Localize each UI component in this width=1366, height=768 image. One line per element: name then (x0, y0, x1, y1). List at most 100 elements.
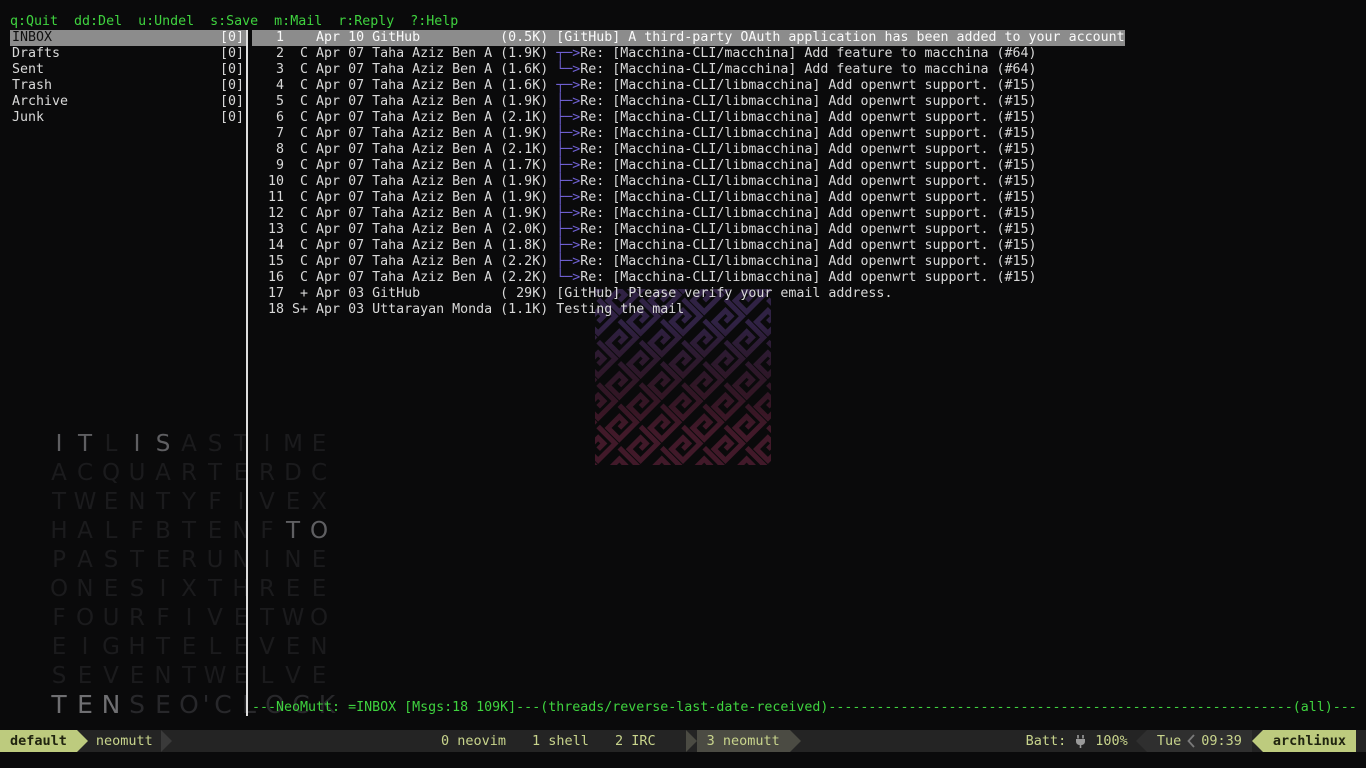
thread-arrow-icon: ├─> (556, 222, 580, 237)
mail-row[interactable]: 5 C Apr 07 Taha Aziz Ben A (1.9K) ├─>Re:… (252, 94, 1037, 110)
mail-row-meta: 15 C Apr 07 Taha Aziz Ben A (2.2K) (252, 254, 556, 269)
mail-row-meta: 14 C Apr 07 Taha Aziz Ben A (1.8K) (252, 238, 556, 253)
mail-subject: Re: [Macchina-CLI/libmacchina] Add openw… (580, 238, 1036, 253)
tmux-left: default neomutt (0, 730, 172, 752)
sidebar-folder[interactable]: Junk [0] (10, 110, 246, 126)
tmux-window-list: 0 neovim 1 shell 2 IRC 3 neomutt (435, 730, 801, 752)
mail-row-meta: 8 C Apr 07 Taha Aziz Ben A (2.1K) (252, 142, 556, 157)
mail-row[interactable]: 18 S+ Apr 03 Uttarayan Monda (1.1K) Test… (252, 302, 684, 318)
mail-row[interactable]: 16 C Apr 07 Taha Aziz Ben A (2.2K) └─>Re… (252, 270, 1037, 286)
battery-level: 100% (1095, 733, 1128, 749)
mail-subject: Re: [Macchina-CLI/libmacchina] Add openw… (580, 126, 1036, 141)
mail-row[interactable]: 12 C Apr 07 Taha Aziz Ben A (1.9K) ├─>Re… (252, 206, 1037, 222)
mail-row-meta: 10 C Apr 07 Taha Aziz Ben A (1.9K) (252, 174, 556, 189)
thread-arrow-icon: ├─> (556, 174, 580, 189)
session-name: default (10, 733, 67, 749)
tmux-window[interactable]: 2 IRC (609, 733, 662, 749)
thread-arrow-icon: ├─> (556, 94, 580, 109)
thread-arrow-icon: ┬─> (556, 78, 580, 93)
sidebar-folder[interactable]: INBOX [0] (10, 30, 246, 46)
mail-subject: Re: [Macchina-CLI/libmacchina] Add openw… (580, 110, 1036, 125)
weekday: Tue (1157, 733, 1181, 749)
mail-row[interactable]: 9 C Apr 07 Taha Aziz Ben A (1.7K) ├─>Re:… (252, 158, 1037, 174)
powerline-arrow-icon (1136, 730, 1147, 752)
mail-row[interactable]: 17 + Apr 03 GitHub ( 29K) [GitHub] Pleas… (252, 286, 892, 302)
mail-row-meta: 9 C Apr 07 Taha Aziz Ben A (1.7K) (252, 158, 556, 173)
folder-name: INBOX (12, 30, 52, 46)
mail-row-meta: 7 C Apr 07 Taha Aziz Ben A (1.9K) (252, 126, 556, 141)
mail-row[interactable]: 14 C Apr 07 Taha Aziz Ben A (1.8K) ├─>Re… (252, 238, 1037, 254)
mail-subject: Re: [Macchina-CLI/libmacchina] Add openw… (580, 142, 1036, 157)
powerline-arrow-icon (686, 730, 697, 752)
powerline-arrow-icon (1252, 730, 1263, 752)
thread-arrow-icon: ├─> (556, 110, 580, 125)
mail-subject: Re: [Macchina-CLI/libmacchina] Add openw… (580, 206, 1036, 221)
folder-count: [0] (220, 110, 244, 126)
tmux-window-active[interactable]: 3 neomutt (697, 730, 790, 752)
mail-row-meta: 2 C Apr 07 Taha Aziz Ben A (1.9K) (252, 46, 556, 61)
mail-row[interactable]: 11 C Apr 07 Taha Aziz Ben A (1.9K) ├─>Re… (252, 190, 1037, 206)
thread-arrow-icon: ├─> (556, 254, 580, 269)
mail-row[interactable]: 2 C Apr 07 Taha Aziz Ben A (1.9K) ┬─>Re:… (252, 46, 1037, 62)
tmux-status-bar: default neomutt 0 neovim 1 shell 2 IRC 3 ne… (0, 730, 1366, 752)
mail-subject: Re: [Macchina-CLI/macchina] Add feature … (580, 46, 1036, 61)
powerline-arrow-icon (161, 730, 172, 752)
mail-row[interactable]: 15 C Apr 07 Taha Aziz Ben A (2.2K) ├─>Re… (252, 254, 1037, 270)
sidebar-folder[interactable]: Trash [0] (10, 78, 246, 94)
pane-title: neomutt (96, 733, 153, 749)
mail-row[interactable]: 10 C Apr 07 Taha Aziz Ben A (1.9K) ├─>Re… (252, 174, 1037, 190)
hostname: archlinux (1273, 733, 1346, 749)
mail-row-meta: 1 Apr 10 GitHub (0.5K) (252, 30, 556, 45)
sidebar-folder[interactable]: Drafts [0] (10, 46, 246, 62)
mail-row-meta: 6 C Apr 07 Taha Aziz Ben A (2.1K) (252, 110, 556, 125)
folder-name: Junk (12, 110, 44, 126)
mail-row-meta: 3 C Apr 07 Taha Aziz Ben A (1.6K) (252, 62, 556, 77)
tmux-window[interactable]: 1 shell (526, 733, 595, 749)
battery-label: Batt: (1026, 733, 1067, 749)
folder-name: Sent (12, 62, 44, 78)
mail-row[interactable]: 8 C Apr 07 Taha Aziz Ben A (2.1K) ├─>Re:… (252, 142, 1037, 158)
mail-row[interactable]: 4 C Apr 07 Taha Aziz Ben A (1.6K) ┬─>Re:… (252, 78, 1037, 94)
hostname-badge: archlinux (1263, 730, 1356, 752)
mail-row-meta: 18 S+ Apr 03 Uttarayan Monda (1.1K) (252, 302, 556, 317)
tmux-session-badge[interactable]: default (0, 730, 77, 752)
folder-count: [0] (220, 62, 244, 78)
mail-row[interactable]: 6 C Apr 07 Taha Aziz Ben A (2.1K) ├─>Re:… (252, 110, 1037, 126)
folder-count: [0] (220, 78, 244, 94)
clock-time: 09:39 (1201, 733, 1242, 749)
mail-subject: Re: [Macchina-CLI/libmacchina] Add openw… (580, 158, 1036, 173)
powerline-arrow-icon (77, 730, 88, 752)
sidebar-folder[interactable]: Archive [0] (10, 94, 246, 110)
terminal: q:Quit dd:Del u:Undel s:Save m:Mail r:Re… (0, 0, 1366, 768)
mail-row-meta: 11 C Apr 07 Taha Aziz Ben A (1.9K) (252, 190, 556, 205)
mail-subject: Re: [Macchina-CLI/libmacchina] Add openw… (580, 94, 1036, 109)
mail-row-meta: 4 C Apr 07 Taha Aziz Ben A (1.6K) (252, 78, 556, 93)
plug-icon (1074, 734, 1087, 749)
mail-subject: Re: [Macchina-CLI/libmacchina] Add openw… (580, 254, 1036, 269)
sidebar-folder[interactable]: Sent [0] (10, 62, 246, 78)
mail-subject: Re: [Macchina-CLI/macchina] Add feature … (580, 62, 1036, 77)
mail-row[interactable]: 13 C Apr 07 Taha Aziz Ben A (2.0K) ├─>Re… (252, 222, 1037, 238)
mail-row[interactable]: 7 C Apr 07 Taha Aziz Ben A (1.9K) ├─>Re:… (252, 126, 1037, 142)
mail-row-meta: 17 + Apr 03 GitHub ( 29K) (252, 286, 556, 301)
mail-subject: [GitHub] Please verify your email addres… (556, 286, 892, 301)
mail-row[interactable]: 3 C Apr 07 Taha Aziz Ben A (1.6K) └─>Re:… (252, 62, 1037, 78)
mail-subject: Re: [Macchina-CLI/libmacchina] Add openw… (580, 174, 1036, 189)
mail-subject: Re: [Macchina-CLI/libmacchina] Add openw… (580, 78, 1036, 93)
mail-row-meta: 16 C Apr 07 Taha Aziz Ben A (2.2K) (252, 270, 556, 285)
folder-count: [0] (220, 30, 244, 46)
folder-name: Archive (12, 94, 68, 110)
thread-arrow-icon: └─> (556, 270, 580, 285)
thread-arrow-icon: ┬─> (556, 46, 580, 61)
tmux-right: Batt: 100% Tue 09:39 archlinux (1026, 730, 1356, 752)
tmux-window[interactable]: 0 neovim (435, 733, 512, 749)
clock-segment: Tue 09:39 (1147, 730, 1252, 752)
folder-name: Drafts (12, 46, 60, 62)
thread-arrow-icon: ├─> (556, 142, 580, 157)
mail-subject: Re: [Macchina-CLI/libmacchina] Add openw… (580, 190, 1036, 205)
neomutt-status-line: ---NeoMutt: =INBOX [Msgs:18 109K]---(thr… (252, 700, 1357, 716)
mail-row[interactable]: 1 Apr 10 GitHub (0.5K) [GitHub] A third-… (252, 30, 1125, 46)
thread-arrow-icon: ├─> (556, 190, 580, 205)
mail-row-meta: 12 C Apr 07 Taha Aziz Ben A (1.9K) (252, 206, 556, 221)
mail-subject: Testing the mail (556, 302, 684, 317)
